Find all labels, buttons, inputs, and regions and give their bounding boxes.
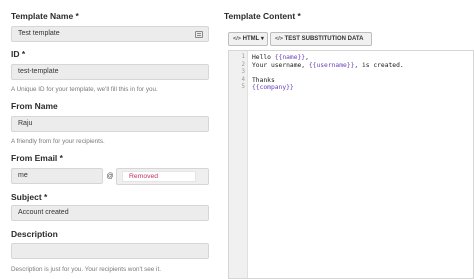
template-name-value: Test template xyxy=(18,30,60,37)
template-icon[interactable] xyxy=(195,31,203,38)
code-text: Hello xyxy=(252,54,275,61)
code-editor[interactable]: 12345 Hello {{name}}, Your username, {{us… xyxy=(228,50,474,279)
template-variable: {{username}} xyxy=(308,61,355,69)
id-field[interactable]: test-template xyxy=(11,64,209,80)
from-email-domain-field[interactable]: Removed xyxy=(116,168,209,185)
line-number: 3 xyxy=(241,69,246,76)
template-content-panel: Template Content * </> HTML ▾ </> TEST S… xyxy=(222,0,474,279)
subject-field[interactable]: Account created xyxy=(11,205,209,221)
line-number-gutter: 12345 xyxy=(229,51,248,278)
format-label: HTML ▾ xyxy=(242,36,264,42)
test-substitution-label: TEST SUBSTITUTION DATA xyxy=(284,36,364,42)
id-hint: A Unique ID for your template, we'll fil… xyxy=(11,86,158,93)
from-email-local-field[interactable]: me xyxy=(11,168,103,184)
from-name-field[interactable]: Raju xyxy=(11,116,209,132)
code-line: Hello {{name}}, xyxy=(252,54,309,61)
subject-label: Subject * xyxy=(11,192,48,202)
from-name-label: From Name xyxy=(11,101,58,111)
description-field[interactable] xyxy=(11,243,209,259)
line-number: 1 xyxy=(241,54,246,60)
template-variable: {{name}} xyxy=(274,54,306,61)
line-number: 5 xyxy=(241,84,246,91)
format-dropdown[interactable]: </> HTML ▾ xyxy=(228,32,268,46)
code-text: Thanks xyxy=(252,76,275,84)
template-content-label: Template Content * xyxy=(224,11,301,21)
id-label: ID * xyxy=(11,49,26,59)
code-line: Thanks xyxy=(252,77,275,84)
code-text: Your username, xyxy=(252,61,309,69)
description-hint: Description is just for you. Your recipi… xyxy=(11,266,161,273)
template-variable: {{company}} xyxy=(252,84,294,92)
code-icon: </> xyxy=(233,36,241,42)
at-sign: @ xyxy=(106,173,114,180)
from-email-label: From Email * xyxy=(11,153,63,163)
template-name-label: Template Name * xyxy=(11,11,79,21)
template-name-field[interactable]: Test template xyxy=(11,26,209,42)
line-number: 4 xyxy=(241,76,246,83)
code-icon: </> xyxy=(275,36,283,42)
line-number: 2 xyxy=(241,61,246,68)
from-name-hint: A friendly from for your recipients. xyxy=(11,138,105,145)
code-line: {{company}} xyxy=(252,84,294,91)
test-substitution-button[interactable]: </> TEST SUBSTITUTION DATA xyxy=(270,32,372,46)
description-label: Description xyxy=(11,229,58,239)
code-text: , xyxy=(305,54,309,61)
template-form: Template Name * Test template ID * test-… xyxy=(0,0,215,279)
code-line: Your username, {{username}}, is created. xyxy=(252,62,404,69)
domain-removed-text: Removed xyxy=(122,171,196,182)
code-text: , is created. xyxy=(354,61,404,69)
